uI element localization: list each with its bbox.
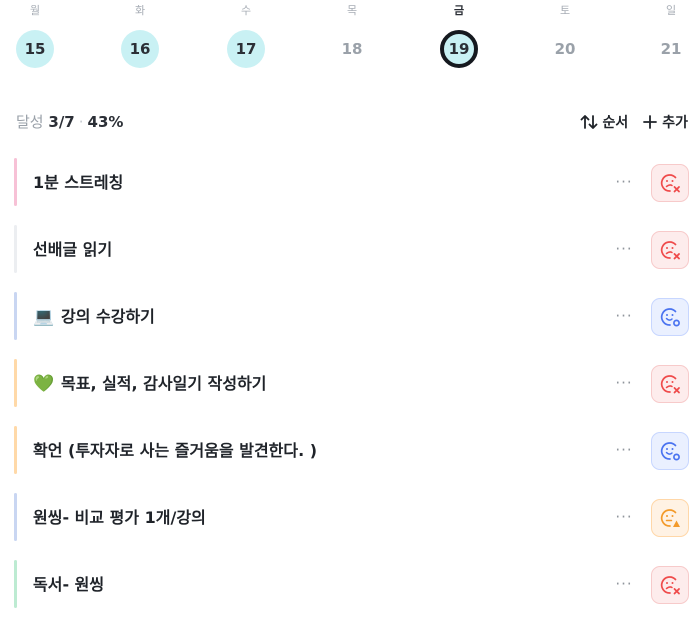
weekday-label: 목: [346, 4, 358, 17]
achievement-summary: 달성 3/7 · 43%: [16, 111, 123, 132]
task-row[interactable]: 💚 목표, 실적, 감사일기 작성하기 ···: [0, 351, 696, 418]
weekday-label: 화: [134, 4, 146, 17]
sad-face-x-icon: [660, 174, 680, 193]
status-fail-button[interactable]: [651, 231, 689, 269]
list-tools: 순서 추가: [580, 112, 688, 132]
task-title: 독서- 원씽: [33, 575, 105, 594]
status-partial-button[interactable]: [651, 499, 689, 537]
more-options-button[interactable]: ···: [612, 507, 636, 527]
task-label: 확언 (투자자로 사는 즐거움을 발견한다. ): [33, 418, 317, 484]
plus-icon: [643, 115, 658, 129]
day-thu[interactable]: 목 18: [322, 0, 382, 68]
more-options-button[interactable]: ···: [612, 172, 636, 192]
task-label: 독서- 원씽: [33, 552, 104, 618]
day-mon[interactable]: 월 15: [5, 0, 65, 68]
task-title: 목표, 실적, 감사일기 작성하기: [61, 374, 267, 393]
date-19-today[interactable]: 19: [440, 30, 478, 68]
color-bar: [14, 426, 17, 474]
week-calendar: 월 15 화 16 수 17 목 18 금 19 토 20 일 21: [0, 0, 696, 90]
summary-percent: 43%: [87, 113, 124, 131]
task-title: 확언 (투자자로 사는 즐거움을 발견한다. ): [33, 441, 318, 460]
add-label: 추가: [662, 115, 688, 131]
task-row[interactable]: 독서- 원씽 ···: [0, 552, 696, 619]
day-sat[interactable]: 토 20: [535, 0, 595, 68]
day-tue[interactable]: 화 16: [110, 0, 170, 68]
sad-face-x-icon: [660, 375, 680, 394]
sad-face-x-icon: [660, 241, 680, 260]
weekday-label: 토: [559, 4, 571, 17]
color-bar: [14, 292, 17, 340]
task-title: 원씽- 비교 평가 1개/강의: [33, 508, 206, 527]
more-options-button[interactable]: ···: [612, 306, 636, 326]
day-sun[interactable]: 일 21: [641, 0, 696, 68]
color-bar: [14, 158, 17, 206]
task-title: 1분 스트레칭: [33, 173, 124, 192]
day-fri[interactable]: 금 19: [429, 0, 489, 68]
smile-face-check-icon: [660, 308, 680, 327]
task-label: 선배글 읽기: [33, 217, 112, 283]
task-label: 💚 목표, 실적, 감사일기 작성하기: [33, 351, 267, 417]
date-21[interactable]: 21: [652, 30, 690, 68]
color-bar: [14, 359, 17, 407]
date-15[interactable]: 15: [16, 30, 54, 68]
weekday-label: 일: [665, 4, 677, 17]
weekday-label: 수: [240, 4, 252, 17]
date-16[interactable]: 16: [121, 30, 159, 68]
task-title: 강의 수강하기: [61, 307, 155, 326]
task-row[interactable]: 원씽- 비교 평가 1개/강의 ···: [0, 485, 696, 552]
more-options-button[interactable]: ···: [612, 574, 636, 594]
date-18[interactable]: 18: [333, 30, 371, 68]
summary-prefix: 달성: [16, 113, 44, 131]
sort-icon: [581, 115, 598, 129]
laptop-icon: 💻: [33, 307, 55, 327]
date-17[interactable]: 17: [227, 30, 265, 68]
weekday-label: 월: [29, 4, 41, 17]
more-options-button[interactable]: ···: [612, 239, 636, 259]
smile-face-check-icon: [660, 442, 680, 461]
status-ok-button[interactable]: [651, 432, 689, 470]
add-button[interactable]: 추가: [642, 112, 688, 132]
reorder-button[interactable]: 순서: [580, 112, 628, 132]
task-title: 선배글 읽기: [33, 240, 113, 259]
color-bar: [14, 493, 17, 541]
summary-separator: ·: [78, 113, 84, 131]
task-label: 원씽- 비교 평가 1개/강의: [33, 485, 206, 551]
task-row[interactable]: 💻 강의 수강하기 ···: [0, 284, 696, 351]
more-options-button[interactable]: ···: [612, 440, 636, 460]
neutral-face-warning-icon: [660, 509, 680, 527]
green-heart-icon: 💚: [33, 374, 55, 394]
day-wed[interactable]: 수 17: [216, 0, 276, 68]
task-row[interactable]: 확언 (투자자로 사는 즐거움을 발견한다. ) ···: [0, 418, 696, 485]
status-fail-button[interactable]: [651, 365, 689, 403]
color-bar: [14, 225, 17, 273]
status-ok-button[interactable]: [651, 298, 689, 336]
sad-face-x-icon: [660, 576, 680, 595]
date-20[interactable]: 20: [546, 30, 584, 68]
task-label: 💻 강의 수강하기: [33, 284, 155, 350]
weekday-label: 금: [453, 4, 465, 17]
task-row[interactable]: 선배글 읽기 ···: [0, 217, 696, 284]
more-options-button[interactable]: ···: [612, 373, 636, 393]
reorder-label: 순서: [602, 115, 629, 131]
status-fail-button[interactable]: [651, 164, 689, 202]
color-bar: [14, 560, 17, 608]
task-label: 1분 스트레칭: [33, 150, 123, 216]
task-list: 1분 스트레칭 ··· 선배글 읽기 ··· 💻 강의 수강하기 ··· 💚 목…: [0, 150, 696, 619]
task-row[interactable]: 1분 스트레칭 ···: [0, 150, 696, 217]
status-fail-button[interactable]: [651, 566, 689, 604]
summary-count: 3/7: [48, 113, 75, 131]
